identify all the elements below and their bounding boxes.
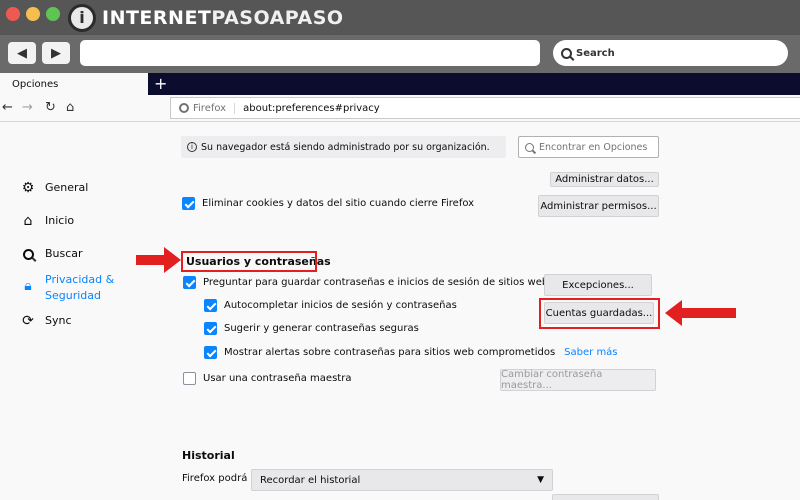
outer-back-button[interactable]: ◀	[8, 42, 36, 64]
manage-data-button[interactable]: Administrar datos...	[550, 172, 659, 187]
ask-save-row[interactable]: Preguntar para guardar contraseñas e ini…	[183, 276, 548, 289]
history-section-title: Historial	[182, 449, 235, 462]
tab-strip: Opciones +	[0, 73, 800, 95]
master-password-row[interactable]: Usar una contraseña maestra	[183, 372, 351, 385]
info-icon: i	[187, 142, 197, 152]
highlight-box-saved-logins	[539, 298, 660, 329]
search-icon	[525, 142, 534, 152]
outer-forward-button[interactable]: ▶	[42, 42, 70, 64]
minimize-window-button[interactable]	[26, 7, 40, 21]
home-icon: ⌂	[23, 213, 33, 229]
chevron-down-icon: ▼	[537, 475, 544, 485]
red-arrow-left-icon	[665, 300, 736, 326]
outer-address-field[interactable]	[80, 40, 540, 66]
window-titlebar: i INTERNETPASOAPASO	[0, 0, 800, 35]
breach-alerts-checkbox[interactable]	[204, 346, 217, 359]
url-text: about:preferences#privacy	[243, 102, 380, 114]
managed-notice: i Su navegador está siendo administrado …	[181, 136, 506, 158]
master-password-checkbox[interactable]	[183, 372, 196, 385]
delete-cookies-row[interactable]: Eliminar cookies y datos del sitio cuand…	[182, 197, 474, 210]
ask-save-checkbox[interactable]	[183, 276, 196, 289]
search-icon	[20, 246, 36, 262]
breach-alerts-row[interactable]: Mostrar alertas sobre contraseñas para s…	[204, 346, 618, 359]
change-master-password-button[interactable]: Cambiar contraseña maestra...	[500, 369, 656, 391]
sidebar-item-search[interactable]: Buscar	[20, 246, 83, 262]
reload-icon[interactable]: ↻	[45, 100, 56, 115]
history-mode-label: Firefox podrá	[182, 473, 248, 484]
search-icon	[561, 47, 572, 59]
learn-more-link[interactable]: Saber más	[564, 347, 617, 358]
sidebar-item-home[interactable]: ⌂ Inicio	[20, 213, 75, 229]
sync-icon: ⟳	[22, 313, 34, 329]
forward-arrow-icon[interactable]: →	[22, 100, 33, 115]
autofill-checkbox[interactable]	[204, 299, 217, 312]
new-tab-button[interactable]: +	[154, 74, 167, 93]
firefox-icon	[179, 103, 189, 113]
exceptions-button[interactable]: Excepciones...	[544, 274, 652, 296]
autofill-row[interactable]: Autocompletar inicios de sesión y contra…	[204, 299, 457, 312]
find-in-options-input[interactable]: Encontrar en Opciones	[518, 136, 659, 158]
manage-permissions-button[interactable]: Administrar permisos...	[538, 195, 659, 217]
outer-toolbar: ◀ ▶ Search	[0, 35, 800, 73]
close-window-button[interactable]	[6, 7, 20, 21]
site-logo: i INTERNETPASOAPASO	[68, 2, 344, 33]
history-mode-select[interactable]: Recordar el historial ▼	[251, 469, 553, 491]
lock-icon: 🔒︎	[24, 278, 32, 294]
home-icon[interactable]: ⌂	[66, 100, 74, 115]
clear-history-button-partial[interactable]	[552, 494, 659, 500]
red-arrow-right-icon	[136, 247, 181, 273]
identity-box[interactable]: Firefox	[179, 102, 236, 114]
back-arrow-icon[interactable]: ←	[2, 100, 13, 115]
firefox-navbar: ← → ↻ ⌂ Firefox about:preferences#privac…	[0, 95, 800, 122]
tab-options[interactable]: Opciones	[0, 73, 148, 95]
sidebar-item-general[interactable]: ⚙ General	[20, 180, 89, 196]
suggest-passwords-checkbox[interactable]	[204, 322, 217, 335]
suggest-passwords-row[interactable]: Sugerir y generar contraseñas seguras	[204, 322, 419, 335]
logo-badge-icon: i	[68, 3, 96, 32]
highlight-box-title	[181, 251, 317, 272]
sidebar-item-privacy[interactable]: 🔒︎ Privacidad & Seguridad	[20, 272, 120, 304]
gear-icon: ⚙	[21, 180, 35, 196]
url-bar[interactable]: Firefox about:preferences#privacy	[170, 97, 800, 119]
outer-search-field[interactable]: Search	[553, 40, 788, 66]
delete-cookies-checkbox[interactable]	[182, 197, 195, 210]
zoom-window-button[interactable]	[46, 7, 60, 21]
sidebar-item-sync[interactable]: ⟳ Sync	[20, 313, 71, 329]
